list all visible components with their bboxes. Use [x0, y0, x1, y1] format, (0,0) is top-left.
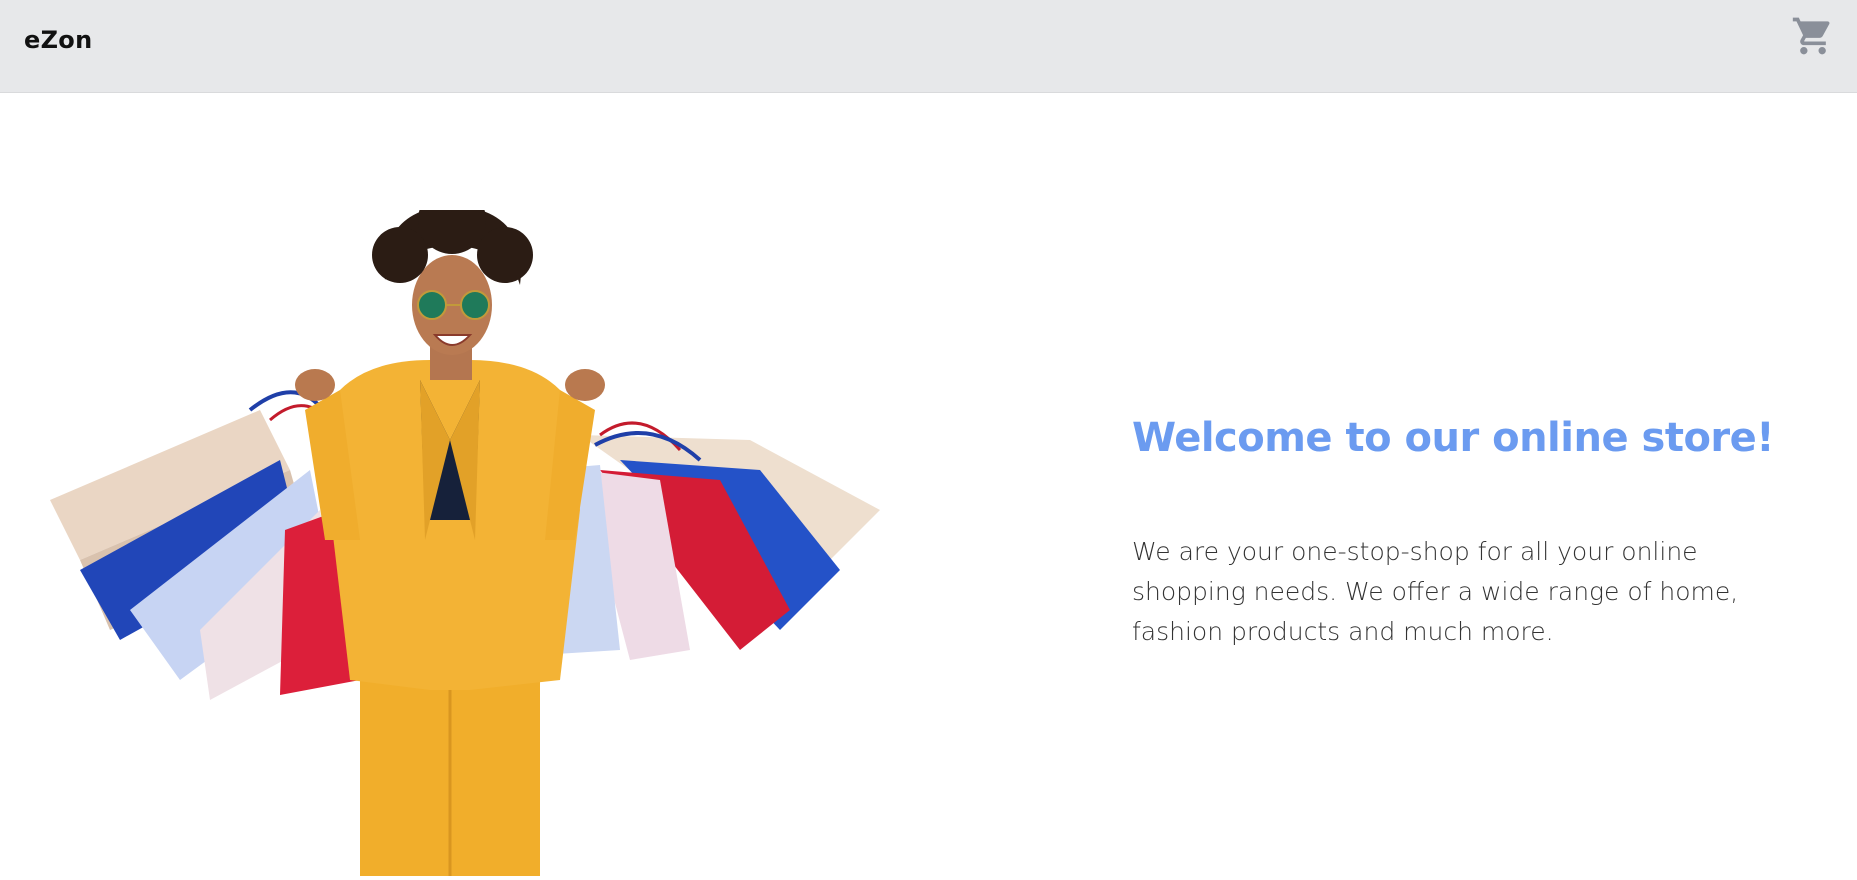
brand-logo[interactable]: eZon	[24, 26, 92, 54]
hero-image	[40, 186, 900, 876]
welcome-description: We are your one-stop-shop for all your o…	[1132, 537, 1739, 646]
shopping-cart-icon[interactable]	[1791, 14, 1835, 58]
shopper-figure	[295, 186, 605, 876]
welcome-heading: Welcome to our online store!	[1132, 415, 1775, 461]
right-shopping-bags	[540, 421, 880, 660]
top-navbar: eZon	[0, 0, 1857, 93]
